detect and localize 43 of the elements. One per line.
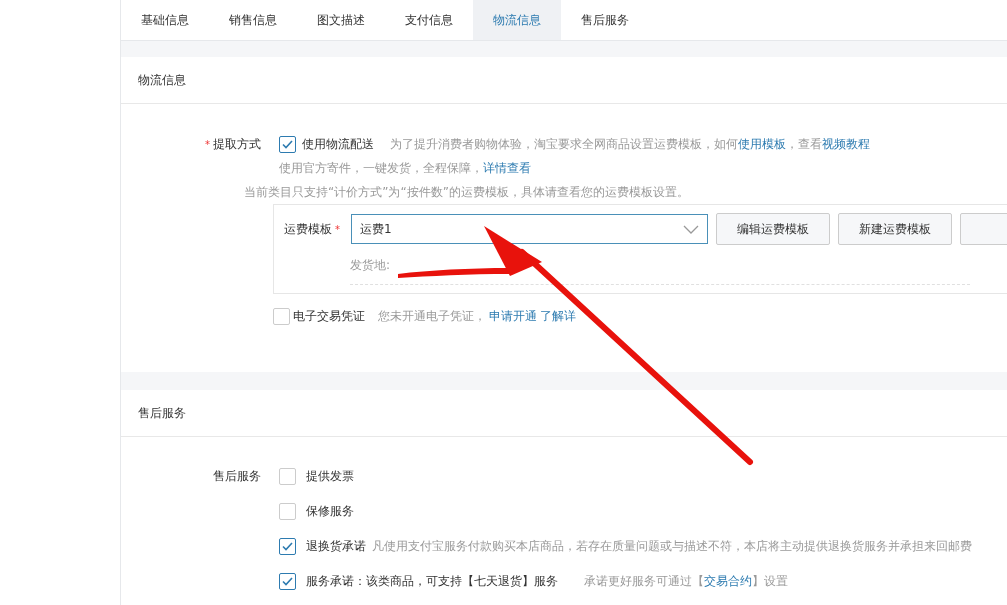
- hint-text: 凡使用支付宝服务付款购买本店商品，若存在质量问题或与描述不符，本店将主动提供退换货服务并承担来回邮费: [372, 538, 972, 555]
- checkbox[interactable]: [279, 468, 296, 485]
- option-label: 使用物流配送: [302, 135, 374, 153]
- link[interactable]: 交易合约: [704, 573, 752, 590]
- option-label: 服务承诺：该类商品，可支持【七天退货】服务: [306, 573, 558, 590]
- link[interactable]: 了解详: [540, 307, 576, 325]
- template-button[interactable]: 编辑运费模板: [716, 213, 830, 245]
- field-label: 售后服务: [212, 468, 262, 485]
- required-mark: *: [335, 223, 340, 235]
- chevron-down-icon: [683, 224, 699, 234]
- field-label: 运费模板 *: [284, 220, 341, 238]
- link[interactable]: 使用模板: [738, 135, 786, 153]
- template-button[interactable]: [960, 213, 1007, 245]
- tab[interactable]: 物流信息: [473, 0, 561, 40]
- section-title: 售后服务: [138, 404, 186, 422]
- check-icon: [282, 139, 293, 149]
- hint-text: 承诺更好服务可通过【: [584, 573, 704, 590]
- origin-label: 发货地:: [350, 257, 391, 274]
- option-label: 提供发票: [306, 468, 354, 485]
- check-icon: [282, 542, 293, 551]
- hint-text: 为了提升消费者购物体验，淘宝要求全网商品设置运费模板，如何: [390, 135, 738, 153]
- hint-text: 使用官方寄件，一键发货，全程保障，: [279, 159, 483, 177]
- required-mark: *: [205, 138, 210, 150]
- link[interactable]: 申请开通: [489, 307, 537, 325]
- hint-text: ，查看: [786, 135, 822, 153]
- option-label: 保修服务: [306, 503, 354, 520]
- hint-text: 您未开通电子凭证，: [378, 307, 486, 325]
- option-label: 电子交易凭证: [293, 307, 365, 325]
- checkbox[interactable]: [273, 307, 290, 325]
- option-label: 退换货承诺: [306, 538, 366, 555]
- hint-text: 当前类目只支持“计价方式”为“按件数”的运费模板，具体请查看您的运费模板设置。: [244, 183, 689, 201]
- section-title: 物流信息: [138, 71, 186, 89]
- field-label: * 提取方式: [204, 135, 262, 153]
- link[interactable]: 详情查看: [483, 159, 531, 177]
- checkbox[interactable]: [279, 573, 296, 590]
- checkbox[interactable]: [279, 538, 296, 555]
- template-select[interactable]: 运费1: [351, 214, 708, 244]
- check-icon: [282, 577, 293, 586]
- checkbox[interactable]: [279, 503, 296, 520]
- template-button[interactable]: 新建运费模板: [838, 213, 952, 245]
- hint-text: 】设置: [752, 573, 788, 590]
- checkbox[interactable]: [279, 135, 296, 153]
- link[interactable]: 视频教程: [822, 135, 870, 153]
